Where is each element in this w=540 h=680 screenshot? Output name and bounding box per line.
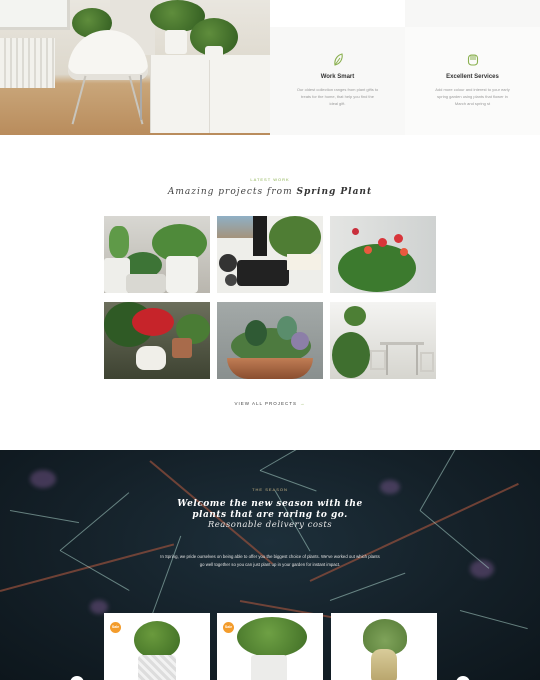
feature-tile-top	[270, 0, 405, 27]
view-all-projects-link[interactable]: VIEW ALL PROJECTS →	[0, 401, 540, 406]
white-pot	[251, 655, 287, 680]
patterned-pot	[138, 655, 176, 680]
copper-pot	[227, 358, 313, 379]
red-flowers	[132, 308, 174, 336]
feature-card-excellent-services: Excellent Services Add more colour and i…	[405, 27, 540, 135]
white-teapot-pot	[136, 346, 166, 370]
feature-text: Our oldest collection ranges from plant …	[296, 87, 379, 106]
shrub	[332, 332, 370, 378]
potted-shrub-icon	[237, 617, 307, 657]
red-flower	[352, 228, 359, 235]
lamp-stand	[140, 75, 142, 120]
paper	[287, 254, 321, 270]
window	[0, 0, 70, 30]
projects-title: Amazing projects from Spring Plant	[0, 187, 540, 197]
view-all-label: VIEW ALL PROJECTS	[234, 401, 298, 406]
cactus	[109, 226, 129, 258]
bokeh	[90, 600, 108, 614]
red-flower	[400, 248, 408, 256]
pine-needle	[329, 572, 406, 601]
banner-text: In Spring, we pride ourselves on being a…	[160, 554, 380, 567]
projects-title-prefix: Amazing projects from	[167, 187, 297, 197]
camera	[237, 260, 289, 286]
tree	[344, 306, 366, 326]
boxwood-plant-icon	[134, 621, 180, 659]
banner-title: Welcome the new season with the plants th…	[0, 499, 540, 521]
arrow-right-icon: →	[300, 401, 306, 406]
notebook	[253, 216, 267, 256]
hand-icon	[467, 54, 478, 66]
projects-title-brand: Spring Plant	[296, 187, 373, 197]
white-pot	[166, 256, 198, 293]
feature-tile-top	[405, 0, 540, 27]
sale-badge: Sale	[110, 622, 121, 633]
living-room-photo	[0, 0, 270, 135]
product-card[interactable]: Sale	[104, 613, 210, 680]
face-vase	[371, 649, 397, 680]
red-flower	[378, 238, 387, 247]
plant-leaves	[269, 216, 321, 258]
red-flower	[394, 234, 403, 243]
radiator	[0, 38, 55, 88]
sale-badge: Sale	[223, 622, 234, 633]
hero-strip: Work Smart Our oldest collection ranges …	[0, 0, 540, 135]
project-tile[interactable]	[104, 216, 210, 293]
photo-card	[217, 216, 253, 238]
feature-card-work-smart: Work Smart Our oldest collection ranges …	[270, 27, 405, 135]
lens-cap	[225, 274, 237, 286]
product-card[interactable]	[331, 613, 437, 680]
chair	[370, 350, 386, 370]
red-flower	[364, 246, 372, 254]
project-tile[interactable]	[217, 302, 323, 379]
white-pot	[165, 30, 187, 54]
project-tile[interactable]	[217, 216, 323, 293]
small-pot	[205, 46, 223, 60]
project-tile[interactable]	[330, 216, 436, 293]
cactus	[245, 320, 267, 346]
banner-subtitle: Reasonable delivery costs	[207, 520, 333, 530]
chair-leg	[71, 75, 87, 125]
pine-branch	[0, 543, 175, 592]
table-leg	[386, 345, 388, 375]
pine-needle	[259, 450, 313, 471]
feature-title: Work Smart	[320, 74, 355, 80]
bokeh	[30, 470, 56, 488]
white-cabinet	[150, 55, 270, 133]
table-leg	[416, 345, 418, 375]
project-tile[interactable]	[104, 302, 210, 379]
chair	[420, 352, 434, 372]
leaf-icon	[333, 53, 343, 66]
banner-title-line: Welcome the new season with the	[177, 499, 363, 509]
banner-kicker: THE SEASON	[252, 487, 288, 492]
purple-succulent	[291, 332, 309, 350]
product-card[interactable]: Sale	[217, 613, 323, 680]
projects-kicker: LATEST WORK	[250, 177, 290, 182]
feature-title: Excellent Services	[446, 74, 499, 80]
terracotta-pot	[172, 338, 192, 358]
lens	[219, 254, 237, 272]
grey-pot	[126, 274, 166, 293]
project-tile[interactable]	[330, 302, 436, 379]
feature-text: Add more colour and interest to your ear…	[435, 87, 510, 106]
pine-needle	[459, 610, 528, 630]
